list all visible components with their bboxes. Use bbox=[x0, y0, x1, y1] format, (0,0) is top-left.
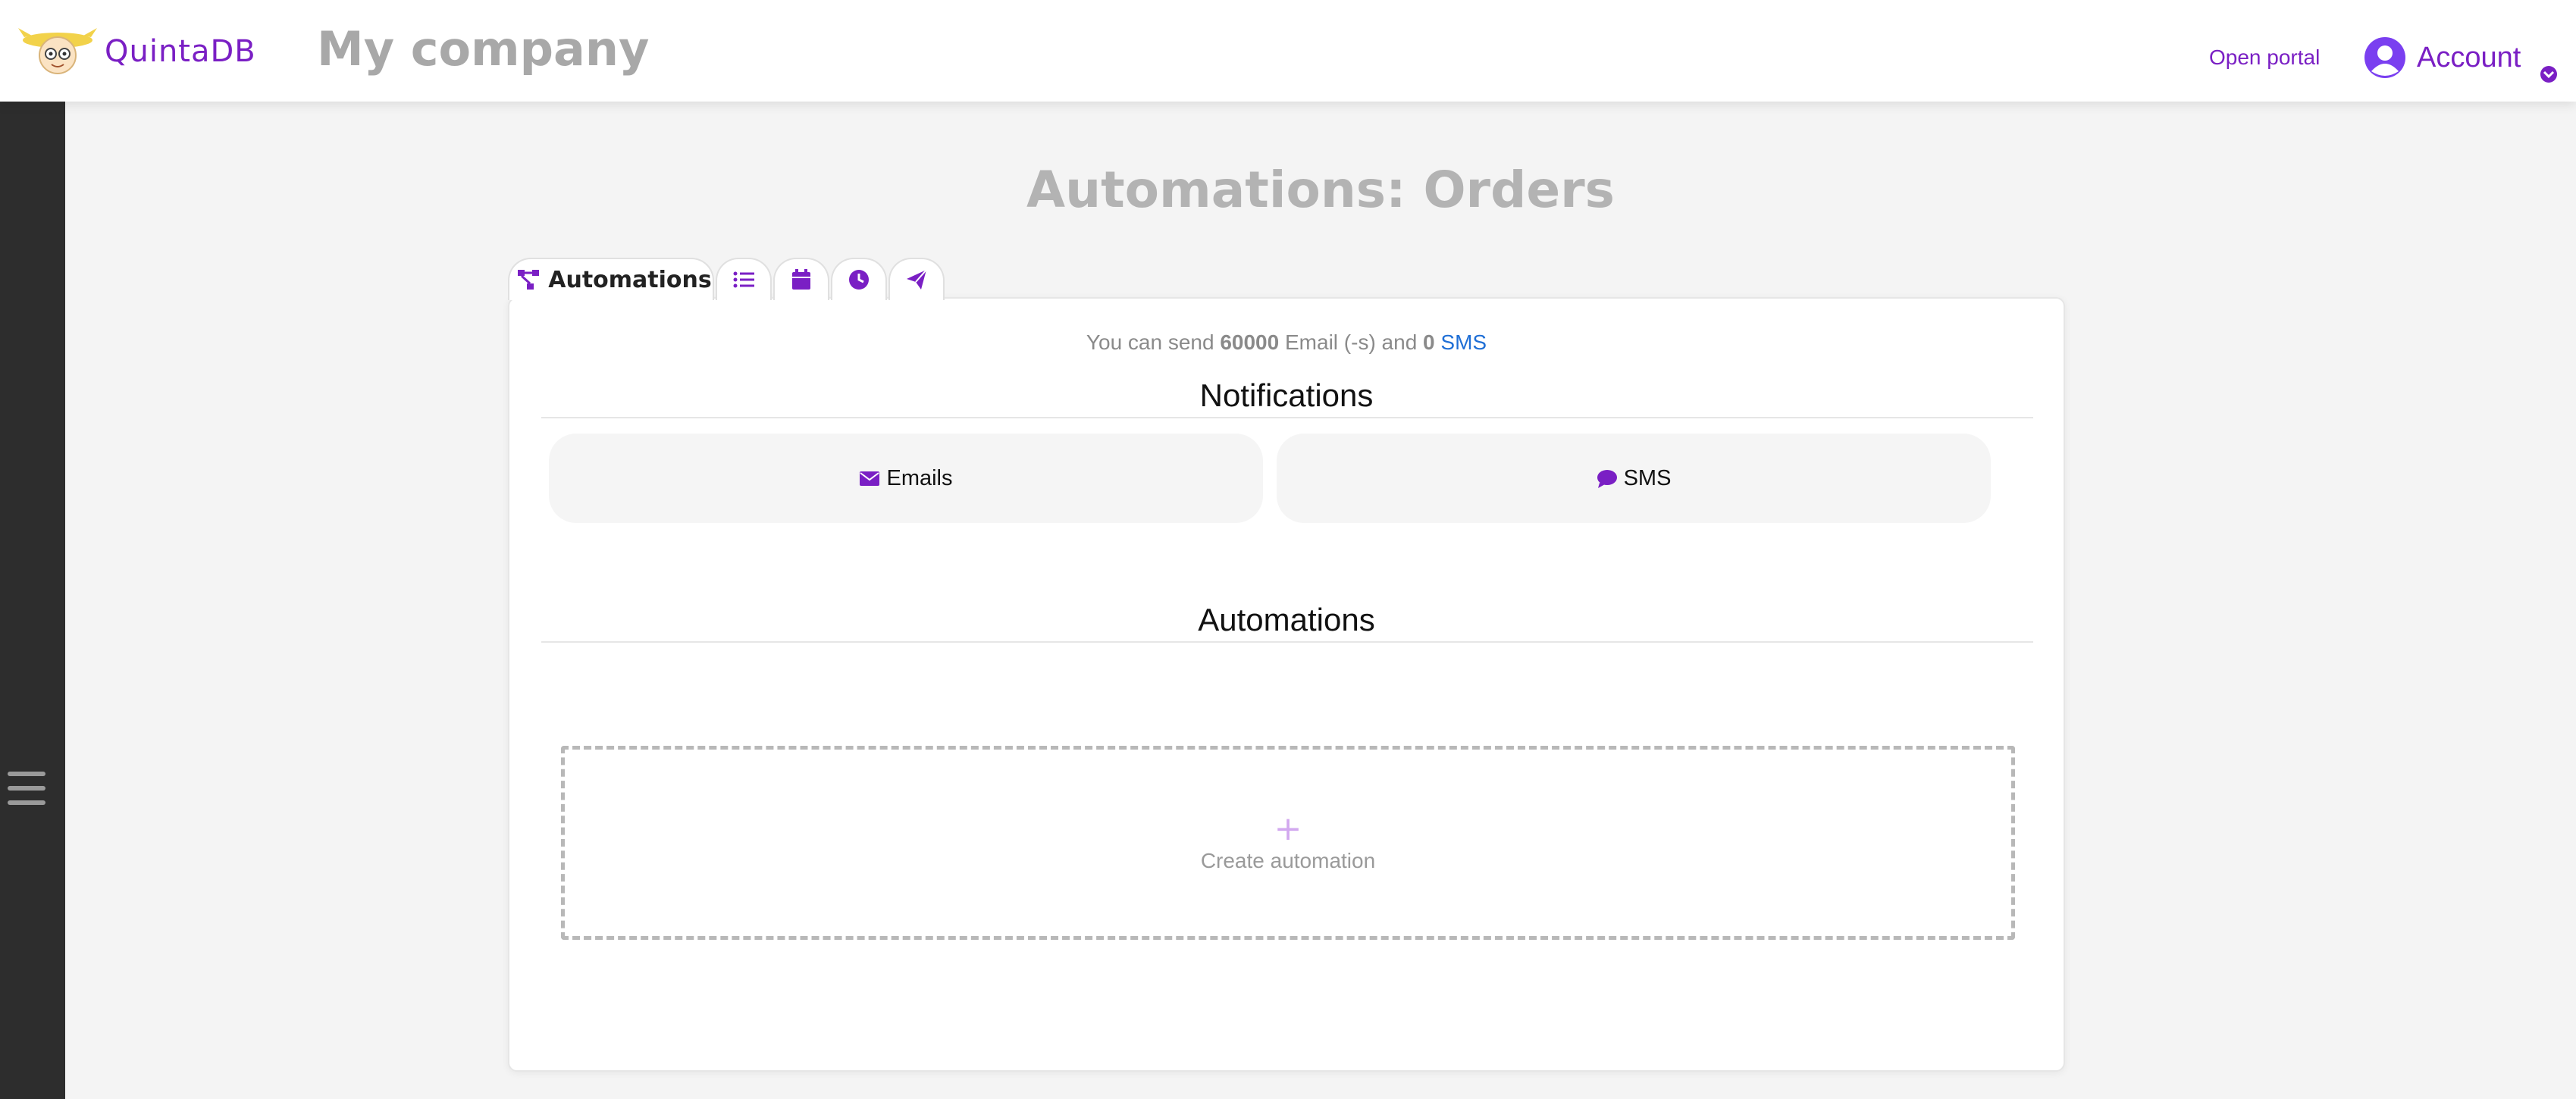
open-portal-link[interactable]: Open portal bbox=[2209, 45, 2320, 70]
top-header: QuintaDB My company Open portal Account bbox=[0, 0, 2576, 102]
automations-card: You can send 60000 Email (-s) and 0 SMS … bbox=[508, 297, 2065, 1072]
create-automation-button[interactable]: + Create automation bbox=[561, 746, 2015, 940]
account-menu[interactable]: Account bbox=[2364, 36, 2521, 79]
brand-name: QuintaDB bbox=[105, 34, 256, 69]
sms-label: SMS bbox=[1623, 465, 1672, 490]
email-count: 60000 bbox=[1220, 330, 1280, 354]
user-avatar-icon bbox=[2364, 37, 2405, 78]
divider bbox=[541, 417, 2033, 418]
tab-send[interactable] bbox=[888, 258, 945, 300]
send-limits-text: You can send 60000 Email (-s) and 0 SMS bbox=[509, 330, 2064, 355]
email-unit: Email (-s) and bbox=[1285, 330, 1418, 354]
logo-icon bbox=[18, 28, 97, 74]
tab-list[interactable] bbox=[716, 258, 772, 300]
sms-button[interactable]: SMS bbox=[1277, 434, 1991, 523]
create-automation-label: Create automation bbox=[1200, 849, 1376, 872]
sms-count: 0 bbox=[1423, 330, 1435, 354]
menu-toggle-icon[interactable] bbox=[8, 772, 45, 805]
tab-label: Automations bbox=[548, 266, 712, 293]
brand-logo-link[interactable]: QuintaDB bbox=[18, 21, 256, 82]
sms-link[interactable]: SMS bbox=[1440, 330, 1487, 354]
comment-icon bbox=[1597, 470, 1617, 488]
chevron-down-icon[interactable] bbox=[2540, 65, 2558, 83]
sitemap-icon bbox=[518, 270, 540, 290]
calendar-icon bbox=[792, 269, 810, 290]
plus-icon: + bbox=[1274, 809, 1302, 848]
page-title: Automations: Orders bbox=[1026, 161, 1615, 219]
tab-calendar[interactable] bbox=[773, 258, 829, 300]
limits-prefix: You can send bbox=[1086, 330, 1214, 354]
automations-heading: Automations bbox=[1198, 602, 1375, 637]
left-sidebar bbox=[0, 102, 65, 1099]
divider bbox=[541, 641, 2033, 643]
emails-button[interactable]: Emails bbox=[549, 434, 1263, 523]
automation-tabs: Automations bbox=[508, 258, 946, 300]
emails-label: Emails bbox=[886, 465, 953, 490]
tab-schedule[interactable] bbox=[831, 258, 887, 300]
list-icon bbox=[733, 271, 754, 288]
notifications-heading: Notifications bbox=[1199, 377, 1374, 413]
envelope-icon bbox=[860, 471, 880, 486]
paper-plane-icon bbox=[907, 269, 927, 290]
company-name[interactable]: My company bbox=[317, 21, 649, 77]
tab-automations[interactable]: Automations bbox=[508, 258, 714, 300]
clock-icon bbox=[849, 270, 869, 290]
account-label: Account bbox=[2417, 41, 2521, 74]
